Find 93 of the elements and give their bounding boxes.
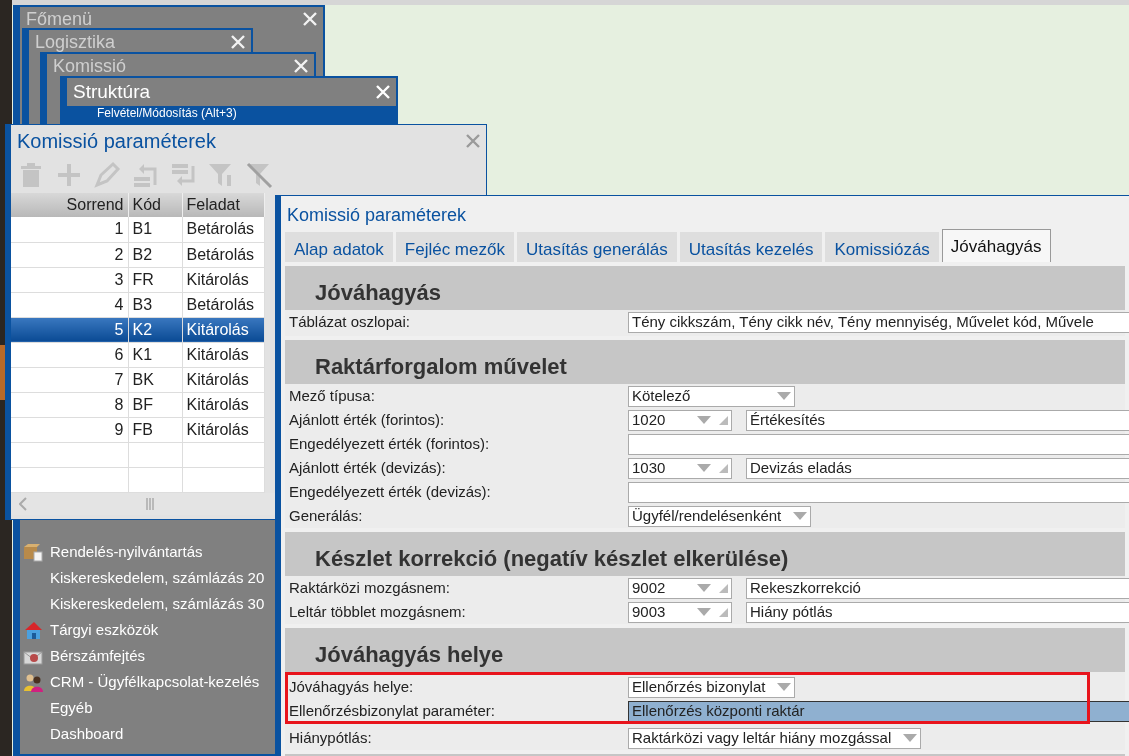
column-header[interactable]: Kód (128, 193, 182, 217)
caret-icon (697, 608, 711, 616)
table-cell: B1 (128, 217, 182, 242)
field-label: Ajánlott érték (forintos): (289, 409, 446, 430)
menu-item[interactable]: Bérszámfejtés (20, 643, 265, 669)
field-label: Mező típusa: (289, 385, 376, 406)
section-heading: Készlet korrekció (negatív készlet elkerülése) (285, 532, 1125, 576)
code-dropdown[interactable]: 9003 (628, 601, 732, 623)
house-icon (23, 620, 43, 640)
tab[interactable]: Jóváhagyás (941, 229, 1051, 262)
section-heading: Jóváhagyás (285, 266, 1125, 310)
table-cell: 3 (11, 267, 128, 292)
table-cell: Kitárolás (182, 267, 264, 292)
caret-icon (903, 734, 918, 742)
resize-grip-icon (719, 415, 728, 425)
menu-item[interactable]: Kiskereskedelem, számlázás 20 (20, 565, 265, 591)
input-field[interactable] (628, 433, 1129, 455)
table-cell: 6 (11, 342, 128, 367)
table-cell: 2 (11, 242, 128, 267)
menu-item[interactable]: CRM - Ügyfélkapcsolat-kezelés (20, 669, 265, 695)
resize-grip-icon (719, 583, 728, 593)
table-cell: Betárolás (182, 292, 264, 317)
table-cell: Betárolás (182, 242, 264, 267)
people-icon (23, 672, 43, 692)
dropdown[interactable]: Raktárközi vagy leltár hiány mozgással (628, 727, 922, 749)
field-label: Jóváhagyás helye: (289, 676, 415, 697)
code-dropdown[interactable]: 9002 (628, 577, 732, 599)
dropdown[interactable]: Kötelező (628, 385, 795, 407)
input-field[interactable]: Hiány pótlás (746, 601, 1129, 623)
input-field[interactable] (628, 481, 1129, 503)
input-field[interactable]: Ellenőrzés központi raktár (628, 700, 1129, 722)
field-label: Ellenőrzésbizonylat paraméter: (289, 700, 496, 721)
field-label: Generálás: (289, 505, 364, 526)
caret-icon (697, 464, 711, 472)
menu-item[interactable]: Egyéb (20, 695, 265, 721)
input-field[interactable]: Tény cikkszám, Tény cikk név, Tény mennyiség, Művelet kód, Művele (628, 311, 1129, 333)
caret-icon (777, 392, 791, 400)
resize-grip-icon (719, 607, 728, 617)
tab[interactable]: Utasítás kezelés (679, 232, 823, 262)
table-cell: Kitárolás (182, 367, 264, 392)
field-label: Engedélyezett érték (devizás): (289, 481, 492, 502)
tab[interactable]: Alap adatok (285, 232, 393, 262)
table-cell: 9 (11, 417, 128, 442)
section-heading: Jóváhagyás helye (285, 628, 1125, 672)
menu-item[interactable]: Felvétel/Módosítás (Alt+3) (67, 106, 396, 124)
table-cell: 1 (11, 217, 128, 242)
dropdown[interactable]: Ellenőrzés bizonylat (628, 676, 796, 698)
field-label: Raktárközi mozgásnem: (289, 577, 451, 598)
table-cell: Betárolás (182, 217, 264, 242)
grip-icon[interactable] (145, 496, 155, 511)
table-cell: Kitárolás (182, 392, 264, 417)
section-heading: Raktárforgalom művelet (285, 340, 1125, 384)
caret-icon (697, 416, 711, 424)
column-header[interactable]: Feladat (182, 193, 264, 217)
field-label: Ajánlott érték (devizás): (289, 457, 447, 478)
table-cell: 5 (11, 317, 128, 342)
menu-item[interactable]: Tárgyi eszközök (20, 617, 265, 643)
window-title: Struktúra (73, 79, 151, 104)
menu-item[interactable]: Rendelés-nyilvántartás (20, 539, 265, 565)
box-icon (23, 542, 43, 562)
tab[interactable]: Fejléc mezők (395, 232, 514, 262)
caret-icon (793, 512, 808, 520)
close-icon[interactable] (466, 134, 480, 148)
caret-icon (697, 584, 711, 592)
tab[interactable]: Utasítás generálás (516, 232, 677, 262)
window-title: Főmenü (26, 7, 93, 31)
code-dropdown[interactable]: 1030 (628, 457, 732, 479)
table-cell: 7 (11, 367, 128, 392)
field-label: Leltár többlet mozgásnem: (289, 601, 467, 622)
field-label: Táblázat oszlopai: (289, 311, 411, 332)
menu-item[interactable]: Kiskereskedelem, számlázás 30 (20, 591, 265, 617)
resize-grip-icon (719, 463, 728, 473)
caret-icon (777, 683, 792, 691)
menu-item[interactable]: Dashboard (20, 721, 265, 747)
window-title: Komissió (53, 54, 127, 78)
field-label: Engedélyezett érték (forintos): (289, 433, 491, 454)
window-title: Logisztika (35, 30, 116, 54)
window-title: Komissió paraméterek (17, 129, 216, 154)
chevron-left-icon[interactable] (19, 496, 27, 511)
window-title: Komissió paraméterek (286, 204, 468, 227)
table-cell: 4 (11, 292, 128, 317)
column-header[interactable]: Sorrend (11, 193, 128, 217)
tab[interactable]: Komissiózás (825, 232, 939, 262)
table-cell: Kitárolás (182, 317, 264, 342)
table-cell: Kitárolás (182, 342, 264, 367)
input-field[interactable]: Devizás eladás (746, 457, 1129, 479)
field-label: Hiánypótlás: (289, 727, 373, 748)
table-cell: 8 (11, 392, 128, 417)
table-cell: Kitárolás (182, 417, 264, 442)
input-field[interactable]: Rekeszkorrekció (746, 577, 1129, 599)
code-dropdown[interactable]: 1020 (628, 409, 732, 431)
dropdown[interactable]: Ügyfél/rendelésenként (628, 505, 812, 527)
input-field[interactable]: Értékesítés (746, 409, 1129, 431)
